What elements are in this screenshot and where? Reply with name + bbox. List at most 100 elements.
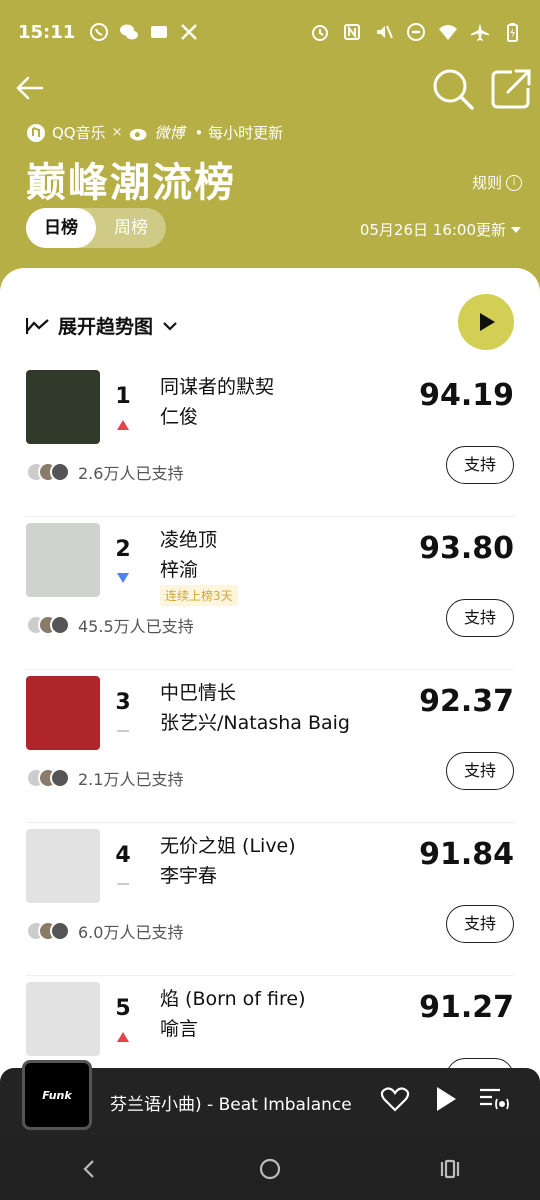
heart-icon — [380, 1087, 410, 1112]
song-rank: 4 — [115, 843, 131, 868]
supporter-info: 45.5万人已支持 — [26, 613, 194, 637]
nav-back-button[interactable] — [75, 1154, 105, 1184]
nfc-icon — [342, 22, 362, 42]
song-rank: 3 — [115, 690, 131, 715]
system-icons — [310, 22, 522, 42]
battery-icon — [502, 22, 522, 42]
chevron-down-icon — [163, 321, 177, 331]
song-cover[interactable] — [26, 676, 100, 750]
trend-up-icon — [116, 1028, 130, 1042]
mini-player[interactable]: Funk 芬兰语小曲) - Beat Imbalance — [0, 1060, 540, 1138]
song-title[interactable]: 焰 (Born of fire) — [160, 984, 306, 1011]
wifi-icon — [438, 22, 458, 42]
trend-same-icon — [116, 722, 130, 734]
nav-recents-icon — [440, 1159, 460, 1179]
song-cover[interactable] — [26, 829, 100, 903]
song-rank: 5 — [115, 996, 131, 1021]
airplane-icon — [470, 22, 490, 42]
supporter-count: 2.6万人已支持 — [78, 464, 184, 483]
update-time-label: 05月26日 16:00更新 — [359, 221, 506, 239]
song-artist[interactable]: 梓渝 — [160, 555, 198, 582]
mini-play-button[interactable] — [430, 1084, 460, 1114]
trend-down-icon — [116, 569, 130, 583]
page-title: 巅峰潮流榜 — [26, 160, 236, 206]
brand-weibo-label: 微博 — [154, 124, 185, 142]
support-button[interactable]: 支持 — [446, 905, 514, 943]
song-row[interactable]: 3 中巴情长张艺兴/Natasha Baig 92.37 2.1万人已支持 支持 — [26, 670, 514, 823]
nav-recents-button[interactable] — [435, 1154, 465, 1184]
song-artist[interactable]: 李宇春 — [160, 861, 217, 888]
song-title[interactable]: 无价之姐 (Live) — [160, 831, 296, 858]
status-bar: 15:11 — [0, 0, 540, 64]
chart-header: QQ音乐 × 微博 • 每小时更新 巅峰潮流榜 规则 i 日榜 周榜 05月26… — [0, 64, 540, 274]
weibo-logo-icon — [129, 123, 149, 143]
support-button[interactable]: 支持 — [446, 752, 514, 790]
search-button[interactable] — [430, 66, 476, 112]
tab-daily[interactable]: 日榜 — [26, 208, 96, 248]
whatsapp-icon — [89, 22, 109, 42]
song-rank: 1 — [115, 384, 131, 409]
song-title[interactable]: 中巴情长 — [160, 678, 236, 705]
update-time-selector[interactable]: 05月26日 16:00更新 — [360, 219, 522, 240]
nav-home-icon — [259, 1158, 281, 1180]
notification-icons — [89, 22, 199, 42]
brand-cross: × — [111, 125, 123, 140]
caret-down-icon — [511, 226, 521, 233]
streak-badge: 连续上榜3天 — [160, 585, 238, 606]
alarm-icon — [310, 22, 330, 42]
play-all-button[interactable] — [458, 294, 514, 350]
message-icon — [149, 22, 169, 42]
nav-home-button[interactable] — [255, 1154, 285, 1184]
avatar — [50, 462, 70, 482]
wechat-icon — [119, 22, 139, 42]
song-score: 92.37 — [419, 684, 514, 719]
song-title[interactable]: 凌绝顶 — [160, 525, 217, 552]
tab-weekly[interactable]: 周榜 — [96, 208, 166, 248]
supporter-info: 6.0万人已支持 — [26, 919, 183, 943]
supporter-info: 2.1万人已支持 — [26, 766, 183, 790]
song-score: 91.27 — [419, 990, 514, 1025]
supporter-info: 2.6万人已支持 — [26, 460, 183, 484]
song-score: 94.19 — [419, 378, 514, 413]
play-icon — [480, 313, 495, 331]
playlist-button[interactable] — [478, 1084, 512, 1114]
back-arrow-icon — [16, 76, 44, 100]
song-cover[interactable] — [26, 982, 100, 1056]
mini-player-cover[interactable]: Funk — [22, 1060, 92, 1130]
update-frequency-note: • 每小时更新 — [194, 124, 284, 142]
share-icon — [491, 69, 531, 109]
song-row[interactable]: 2 凌绝顶梓渝连续上榜3天 93.80 45.5万人已支持 支持 — [26, 517, 514, 670]
brand-row: QQ音乐 × 微博 • 每小时更新 — [26, 122, 283, 143]
song-artist[interactable]: 张艺兴/Natasha Baig — [160, 708, 350, 735]
song-cover[interactable] — [26, 523, 100, 597]
song-cover[interactable] — [26, 370, 100, 444]
song-row[interactable]: 1 同谋者的默契 仁俊 94.19 2.6万人已支持 支持 — [26, 364, 514, 517]
mini-cover-text: Funk — [42, 1088, 72, 1102]
song-title[interactable]: 同谋者的默契 — [160, 372, 274, 399]
qq-music-logo-icon — [26, 123, 46, 143]
share-button[interactable] — [488, 66, 534, 112]
nav-back-icon — [83, 1160, 94, 1178]
rules-link[interactable]: 规则 i — [472, 172, 523, 193]
play-icon — [437, 1087, 456, 1111]
trend-up-icon — [116, 416, 130, 430]
supporter-count: 2.1万人已支持 — [78, 770, 184, 789]
dnd-icon — [406, 22, 426, 42]
avatar — [50, 768, 70, 788]
back-button[interactable] — [12, 70, 48, 106]
like-button[interactable] — [380, 1084, 410, 1114]
song-row[interactable]: 4 无价之姐 (Live) 李宇春 91.84 6.0万人已支持 支持 — [26, 823, 514, 976]
song-artist[interactable]: 喻言 — [160, 1014, 198, 1041]
info-icon: i — [506, 174, 523, 191]
playlist-queue-icon — [480, 1088, 509, 1110]
rules-label: 规则 — [472, 174, 503, 192]
trend-toggle[interactable]: 展开趋势图 — [26, 312, 179, 339]
song-rank: 2 — [115, 537, 131, 562]
support-button[interactable]: 支持 — [446, 599, 514, 637]
supporter-count: 45.5万人已支持 — [78, 617, 194, 636]
x-icon — [179, 22, 199, 42]
support-button[interactable]: 支持 — [446, 446, 514, 484]
song-artist[interactable]: 仁俊 — [160, 402, 198, 429]
song-score: 93.80 — [419, 531, 514, 566]
mini-player-title[interactable]: 芬兰语小曲) - Beat Imbalance — [110, 1090, 370, 1115]
